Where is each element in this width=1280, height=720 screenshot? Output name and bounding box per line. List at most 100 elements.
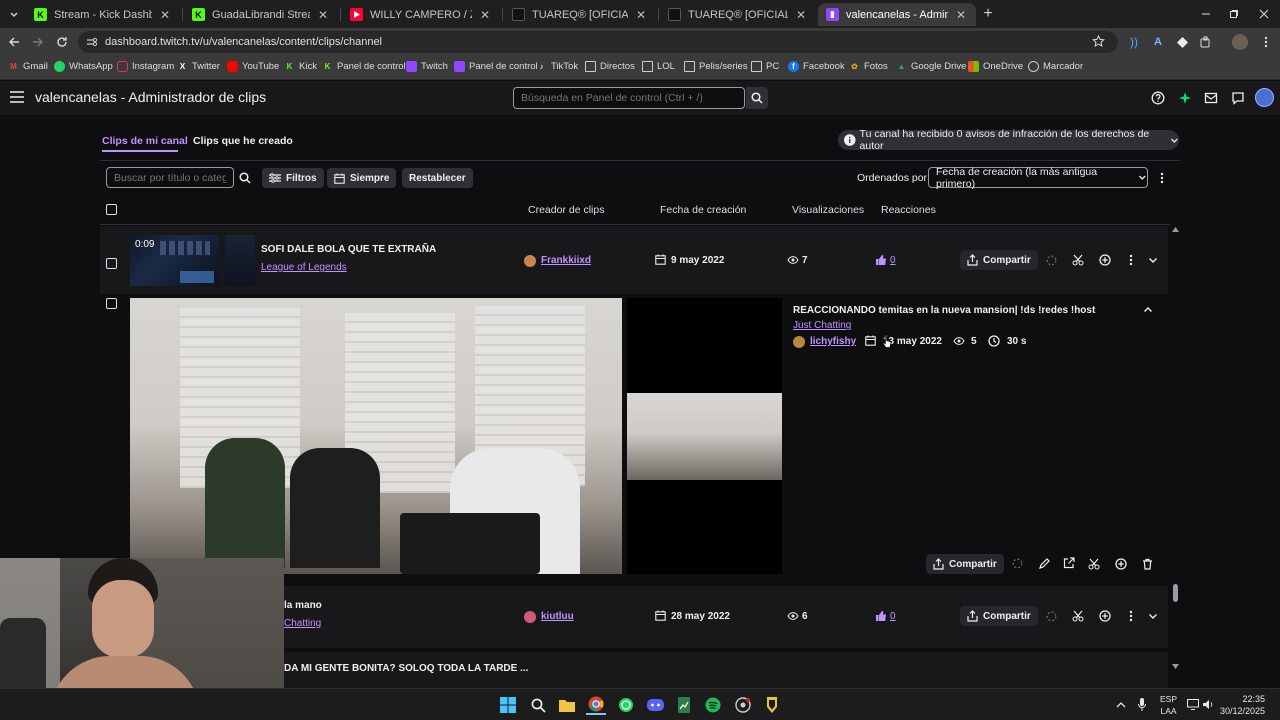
share-button[interactable]: Compartir [960,606,1038,626]
bookmark-onedrive[interactable]: OneDrive [968,61,1023,72]
column-creator[interactable]: Creador de clips [528,204,604,216]
clip-search-button[interactable] [239,172,251,184]
reset-button[interactable]: Restablecer [402,168,473,188]
scrollbar[interactable] [1170,226,1180,672]
bookmark-folder-directos[interactable]: Directos [585,61,635,72]
close-icon[interactable]: ✕ [478,8,492,22]
spotify-icon[interactable] [703,695,723,715]
dashboard-search-button[interactable] [746,87,768,109]
bookmark-folder-pc[interactable]: PC [751,61,779,72]
column-date[interactable]: Fecha de creación [660,204,746,216]
clip-category-link[interactable]: Chatting [284,618,321,629]
app-chart-icon[interactable] [674,695,694,715]
inbox-icon[interactable] [1204,91,1218,105]
bookmark-kick-panel[interactable]: K Panel de control [322,61,406,72]
close-icon[interactable]: ✕ [954,8,968,22]
close-icon[interactable]: ✕ [634,8,648,22]
system-clock[interactable]: 22:35 30/12/2025 [1220,693,1265,717]
add-circle-icon[interactable] [1099,254,1111,266]
volume-icon[interactable] [1202,699,1214,710]
bookmark-instagram[interactable]: Instagram [117,61,174,72]
scroll-down-arrow-icon[interactable] [1172,664,1179,670]
extensions-puzzle-icon[interactable] [1196,32,1216,52]
scroll-up-arrow-icon[interactable] [1172,226,1179,232]
clip-thumbnail[interactable]: 0:09 [130,235,219,286]
clip-category-link[interactable]: Just Chatting [793,320,851,331]
row-checkbox[interactable] [106,298,117,309]
filters-button[interactable]: Filtros [262,168,324,188]
extension-diamond-icon[interactable] [1172,32,1192,52]
tab-my-channel-clips[interactable]: Clips de mi canal [102,135,188,147]
bookmark-twitch-panel[interactable]: Panel de control [454,61,538,72]
row-more-icon[interactable] [1129,254,1133,266]
bookmark-kick[interactable]: K Kick [284,61,317,72]
bookmark-tiktok[interactable]: ♪ TikTok [536,61,579,72]
bookmark-gmail[interactable]: M Gmail [8,61,48,72]
share-button[interactable]: Compartir [926,554,1004,574]
share-button[interactable]: Compartir [960,250,1038,270]
close-icon[interactable]: ✕ [158,8,172,22]
tab-valencanelas-active[interactable]: ▮ valencanelas - Administrador d ✕ [818,3,976,26]
select-all-checkbox[interactable] [106,204,117,215]
user-avatar[interactable] [1255,88,1274,107]
scissors-icon[interactable] [1072,254,1084,266]
profile-avatar[interactable] [1230,32,1250,52]
clip-reactions[interactable]: 0 [890,255,896,266]
bookmark-twitch[interactable]: Twitch [406,61,448,72]
trash-icon[interactable] [1142,558,1153,570]
bookmark-folder-lol[interactable]: LOL [642,61,675,72]
scrollbar-thumb[interactable] [1173,584,1178,602]
creator-link[interactable]: Frankkiixd [541,255,591,266]
clip-reactions[interactable]: 0 [890,611,896,622]
whatsapp-icon[interactable] [616,695,636,715]
add-circle-icon[interactable] [1099,610,1111,622]
clip-search-field[interactable] [106,167,234,188]
reload-icon[interactable] [52,32,72,52]
tab-search-icon[interactable] [4,4,24,24]
back-icon[interactable] [4,32,24,52]
search-icon[interactable] [528,695,548,715]
new-tab-icon[interactable]: + [978,4,998,24]
row-checkbox[interactable] [106,258,117,269]
bookmark-marcador[interactable]: Marcador [1028,61,1083,72]
scissors-icon[interactable] [1072,610,1084,622]
tab-willy-campero[interactable]: WILLY CAMPERO / Zapada EN V ✕ [342,3,500,26]
network-icon[interactable] [1187,699,1199,710]
add-circle-icon[interactable] [1115,558,1127,570]
more-options-icon[interactable] [1160,172,1164,184]
bookmark-twitter[interactable]: X Twitter [177,61,220,72]
tab-created-clips[interactable]: Clips que he creado [193,135,293,147]
sparkle-icon[interactable] [1178,91,1192,105]
translate-extension-icon[interactable]: A [1148,32,1168,52]
tab-tuareq-remera[interactable]: TUAREQ® [OFICIAL] - REMERA ✕ [660,3,816,26]
discord-icon[interactable] [645,695,665,715]
row-more-icon[interactable] [1129,610,1133,622]
file-explorer-icon[interactable] [557,695,577,715]
microphone-icon[interactable] [1138,698,1146,711]
scissors-icon[interactable] [1088,558,1100,570]
browser-menu-icon[interactable] [1256,32,1276,52]
window-close-icon[interactable] [1254,4,1274,24]
tray-chevron-up-icon[interactable] [1116,701,1126,708]
bookmark-facebook[interactable]: f Facebook [788,61,845,72]
chevron-up-icon[interactable] [1143,305,1153,314]
close-icon[interactable]: ✕ [794,8,808,22]
minimize-icon[interactable] [1196,4,1216,24]
creator-link[interactable]: kiutluu [541,611,574,622]
tab-kick-dashboard[interactable]: K Stream - Kick Dashboard ✕ [26,3,180,26]
steam-like-icon[interactable] [733,695,753,715]
clip-video-player[interactable] [130,298,622,574]
hamburger-menu-icon[interactable] [10,91,24,103]
obs-like-icon[interactable] [762,695,782,715]
bookmark-star-icon[interactable] [1092,35,1105,48]
clip-category-link[interactable]: League of Legends [261,262,347,273]
language-indicator[interactable]: ESP LAA [1160,693,1177,717]
dashboard-search-field[interactable] [513,87,745,109]
column-views[interactable]: Visualizaciones [792,204,864,216]
extension-icon[interactable]: )) [1124,32,1144,52]
url-field[interactable]: dashboard.twitch.tv/u/valencanelas/conte… [78,31,1118,53]
sort-select[interactable]: Fecha de creación (la más antigua primer… [928,166,1148,190]
time-range-button[interactable]: Siempre [327,168,397,188]
dashboard-search-input[interactable] [514,88,744,108]
chevron-down-icon[interactable] [1148,612,1158,621]
